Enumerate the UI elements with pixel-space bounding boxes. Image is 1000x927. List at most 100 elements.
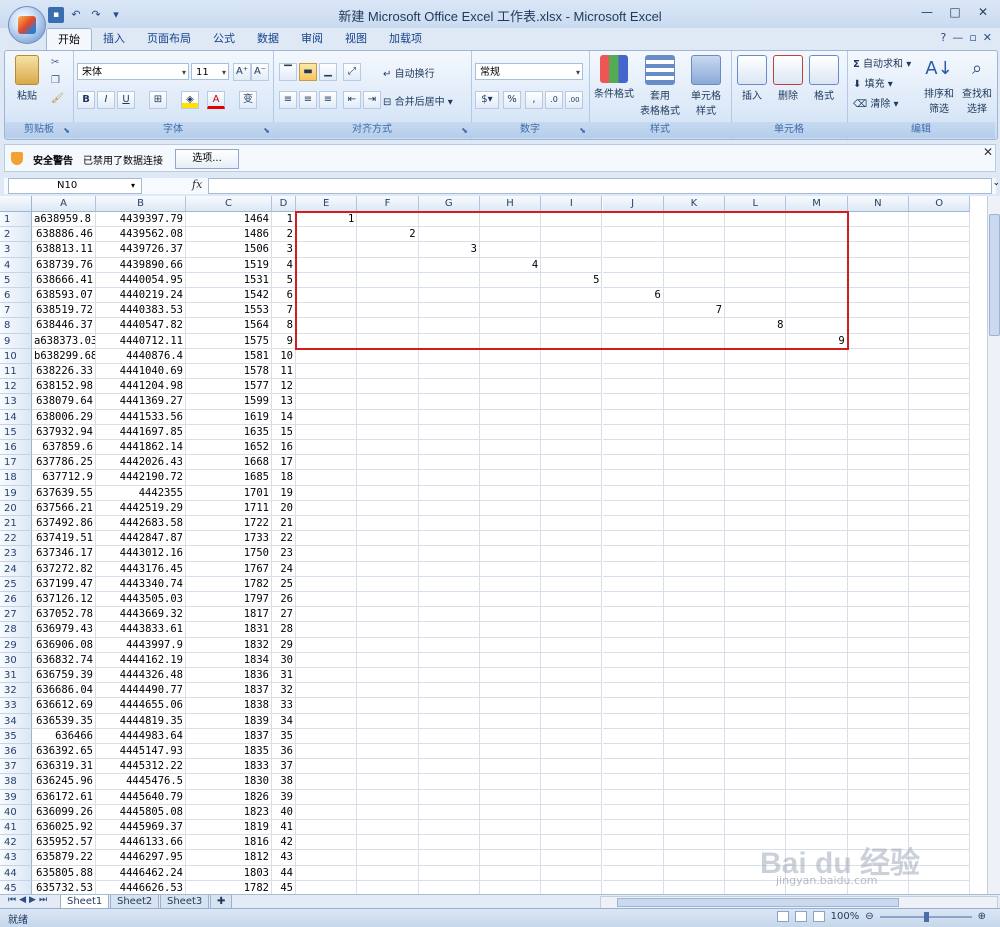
cell-m14[interactable] — [786, 409, 848, 425]
cell-g8[interactable] — [418, 318, 480, 334]
grow-font-button[interactable]: A⁺ — [233, 63, 251, 81]
cell-m36[interactable] — [786, 744, 848, 760]
cell-j14[interactable] — [602, 409, 664, 425]
cell-k24[interactable] — [663, 561, 726, 577]
cell-h40[interactable] — [479, 804, 542, 820]
cell-k38[interactable] — [663, 774, 726, 790]
cell-i32[interactable] — [541, 683, 603, 699]
cell-b23[interactable]: 4443012.16 — [96, 546, 186, 562]
cell-m25[interactable] — [786, 576, 848, 592]
maximize-button[interactable]: □ — [942, 3, 968, 21]
cell-o5[interactable] — [909, 272, 971, 288]
cell-k6[interactable] — [663, 288, 726, 304]
cell-n12[interactable] — [847, 379, 909, 395]
cell-h21[interactable] — [479, 516, 542, 532]
cell-i37[interactable] — [541, 759, 603, 775]
cell-l38[interactable] — [725, 774, 787, 790]
cell-b6[interactable]: 4440219.24 — [96, 288, 186, 304]
cell-j19[interactable] — [602, 485, 664, 501]
cell-m30[interactable] — [786, 652, 848, 668]
cell-b21[interactable]: 4442683.58 — [96, 516, 186, 532]
cell-b34[interactable]: 4444819.35 — [96, 713, 186, 729]
cell-k39[interactable] — [663, 789, 726, 805]
cell-b37[interactable]: 4445312.22 — [96, 759, 186, 775]
cell-b15[interactable]: 4441697.85 — [96, 424, 186, 440]
cell-k16[interactable] — [663, 440, 726, 456]
cell-f43[interactable] — [357, 850, 419, 866]
cell-l11[interactable] — [725, 364, 787, 380]
cell-o17[interactable] — [909, 455, 971, 471]
ribbon-tab-3[interactable]: 公式 — [202, 28, 246, 50]
cell-e28[interactable] — [296, 622, 358, 638]
cell-d42[interactable]: 42 — [272, 835, 296, 851]
cell-e11[interactable] — [296, 364, 358, 380]
cell-g10[interactable] — [418, 348, 480, 364]
cell-b26[interactable]: 4443505.03 — [96, 592, 186, 608]
cell-l29[interactable] — [725, 637, 787, 653]
cell-f22[interactable] — [357, 531, 419, 547]
cell-l12[interactable] — [725, 379, 787, 395]
cell-a14[interactable]: 638006.29 — [32, 409, 96, 425]
column-header-l[interactable]: L — [725, 196, 787, 212]
cell-j33[interactable] — [602, 698, 664, 714]
cell-c41[interactable]: 1819 — [186, 820, 272, 836]
cell-n33[interactable] — [847, 698, 909, 714]
row-header[interactable]: 44 — [0, 865, 32, 881]
cell-i23[interactable] — [541, 546, 603, 562]
cut-icon[interactable]: ✂ — [51, 57, 59, 68]
cell-c39[interactable]: 1826 — [186, 789, 272, 805]
cell-d36[interactable]: 36 — [272, 744, 296, 760]
cell-e10[interactable] — [296, 348, 358, 364]
format-as-table-button[interactable]: 套用 表格格式 — [637, 55, 683, 117]
cell-a42[interactable]: 635952.57 — [32, 835, 96, 851]
cell-f15[interactable] — [357, 424, 419, 440]
percent-button[interactable]: % — [503, 91, 521, 109]
cell-c16[interactable]: 1652 — [186, 440, 272, 456]
cell-f41[interactable] — [357, 820, 419, 836]
cell-m27[interactable] — [786, 607, 848, 623]
cell-h12[interactable] — [479, 379, 542, 395]
cell-n20[interactable] — [847, 500, 909, 516]
cell-g21[interactable] — [418, 516, 480, 532]
cell-b35[interactable]: 4444983.64 — [96, 728, 186, 744]
row-header[interactable]: 26 — [0, 592, 32, 608]
cell-k13[interactable] — [663, 394, 726, 410]
cell-j12[interactable] — [602, 379, 664, 395]
cell-j6[interactable]: 6 — [602, 288, 664, 304]
cell-l8[interactable]: 8 — [725, 318, 787, 334]
cell-j3[interactable] — [602, 242, 664, 258]
cell-a26[interactable]: 637126.12 — [32, 592, 96, 608]
cell-n19[interactable] — [847, 485, 909, 501]
row-header[interactable]: 33 — [0, 698, 32, 714]
cell-n27[interactable] — [847, 607, 909, 623]
row-header[interactable]: 41 — [0, 820, 32, 836]
cell-d29[interactable]: 29 — [272, 637, 296, 653]
cell-f39[interactable] — [357, 789, 419, 805]
cell-b9[interactable]: 4440712.11 — [96, 333, 186, 349]
cell-l39[interactable] — [725, 789, 787, 805]
cell-l20[interactable] — [725, 500, 787, 516]
cell-k17[interactable] — [663, 455, 726, 471]
cell-o10[interactable] — [909, 348, 971, 364]
cell-f27[interactable] — [357, 607, 419, 623]
cell-l33[interactable] — [725, 698, 787, 714]
cell-k34[interactable] — [663, 713, 726, 729]
cell-e9[interactable] — [296, 333, 358, 349]
cell-j40[interactable] — [602, 804, 664, 820]
cell-j31[interactable] — [602, 668, 664, 684]
cell-e7[interactable] — [296, 303, 358, 319]
cell-b17[interactable]: 4442026.43 — [96, 455, 186, 471]
cell-c13[interactable]: 1599 — [186, 394, 272, 410]
cell-d40[interactable]: 40 — [272, 804, 296, 820]
cell-e34[interactable] — [296, 713, 358, 729]
cell-g29[interactable] — [418, 637, 480, 653]
accounting-format-icon[interactable]: $▾ — [475, 91, 499, 109]
cell-c36[interactable]: 1835 — [186, 744, 272, 760]
cell-j7[interactable] — [602, 303, 664, 319]
cell-k23[interactable] — [663, 546, 726, 562]
cell-g40[interactable] — [418, 804, 480, 820]
cell-g18[interactable] — [418, 470, 480, 486]
orientation-icon[interactable]: ⤢ — [343, 63, 361, 81]
insert-sheet-icon[interactable]: ✚ — [210, 895, 233, 909]
cell-m4[interactable] — [786, 257, 848, 273]
